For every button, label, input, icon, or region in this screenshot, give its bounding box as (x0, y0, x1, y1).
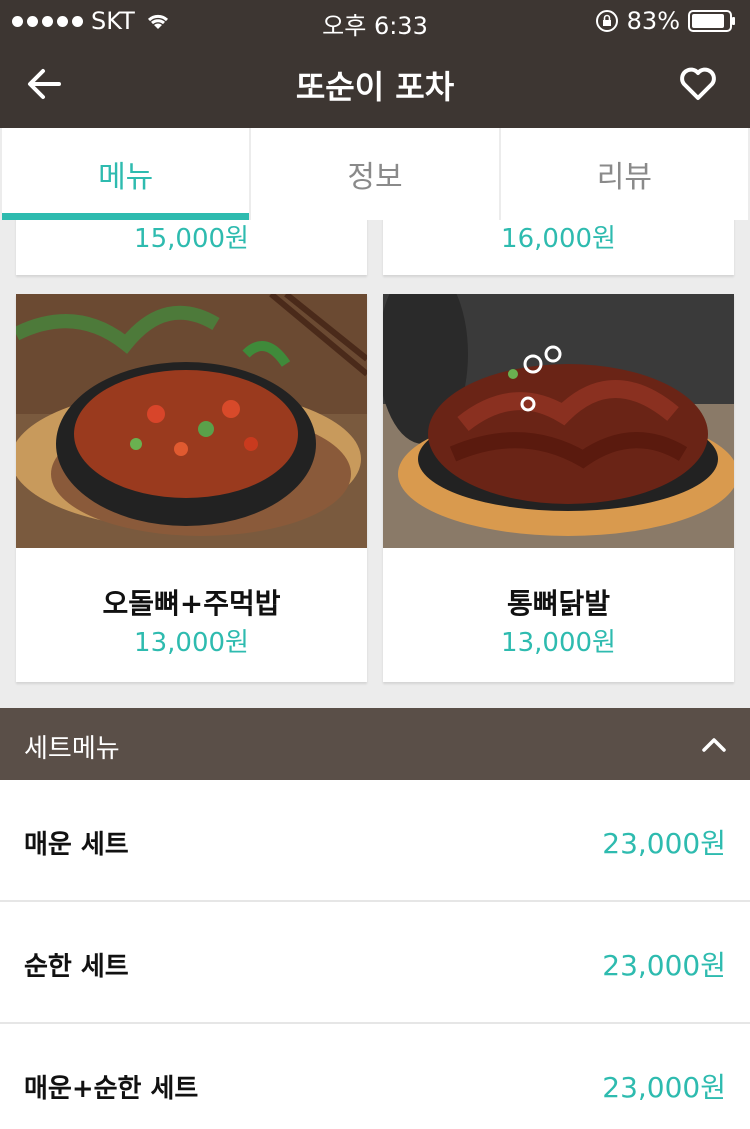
menu-card[interactable]: 16,000원 (383, 220, 734, 275)
nav-bar: 또순이 포차 (0, 40, 750, 128)
menu-card[interactable]: 15,000원 (16, 220, 367, 275)
tab-menu[interactable]: 메뉴 (2, 128, 250, 220)
menu-card-name: 통뼈닭발 (506, 587, 611, 620)
tab-menu-label: 메뉴 (98, 160, 154, 195)
rotation-lock-icon (595, 10, 618, 32)
menu-card-price: 16,000원 (501, 224, 616, 254)
menu-card-price: 15,000원 (134, 224, 249, 254)
set-menu-item[interactable]: 순한 세트 23,000원 (0, 902, 750, 1024)
battery-percent: 83% (626, 7, 680, 35)
set-menu-header[interactable]: 세트메뉴 (0, 708, 750, 780)
set-menu-item-price: 23,000원 (602, 1071, 726, 1104)
set-menu-item-name: 매운+순한 세트 (24, 1074, 199, 1104)
status-bar: SKT 오후 6:33 83% (0, 0, 750, 40)
page-title: 또순이 포차 (295, 68, 455, 106)
set-menu-list: 매운 세트 23,000원 순한 세트 23,000원 매운+순한 세트 23,… (0, 780, 750, 1129)
menu-grid: 15,000원 16,000원 오돌뼈+주먹밥 13,000원 통뼈닭발 13,… (0, 220, 750, 708)
menu-card-name: 오돌뼈+주먹밥 (102, 587, 281, 620)
menu-card-price: 13,000원 (501, 628, 616, 658)
set-menu-item-price: 23,000원 (602, 949, 726, 982)
battery-icon (688, 10, 735, 32)
tab-review[interactable]: 리뷰 (500, 128, 748, 220)
favorite-button[interactable] (676, 62, 720, 106)
menu-card-price: 13,000원 (134, 628, 249, 658)
tab-review-label: 리뷰 (596, 160, 652, 195)
food-photo (383, 294, 734, 548)
set-menu-item-price: 23,000원 (602, 827, 726, 860)
menu-card[interactable]: 오돌뼈+주먹밥 13,000원 (16, 294, 367, 682)
set-menu-item-name: 매운 세트 (24, 830, 129, 860)
chevron-up-icon (702, 738, 726, 752)
set-menu-title: 세트메뉴 (24, 734, 120, 764)
food-photo (16, 294, 367, 548)
set-menu-item-name: 순한 세트 (24, 952, 129, 982)
status-right: 83% (595, 7, 736, 35)
tab-bar: 메뉴 정보 리뷰 (0, 128, 750, 220)
set-menu-item[interactable]: 매운+순한 세트 23,000원 (0, 1024, 750, 1129)
collapse-button[interactable] (698, 728, 730, 760)
menu-card[interactable]: 통뼈닭발 13,000원 (383, 294, 734, 682)
heart-outline-icon (680, 67, 716, 100)
tab-info[interactable]: 정보 (251, 128, 499, 220)
tab-info-label: 정보 (347, 160, 403, 195)
set-menu-item[interactable]: 매운 세트 23,000원 (0, 780, 750, 902)
